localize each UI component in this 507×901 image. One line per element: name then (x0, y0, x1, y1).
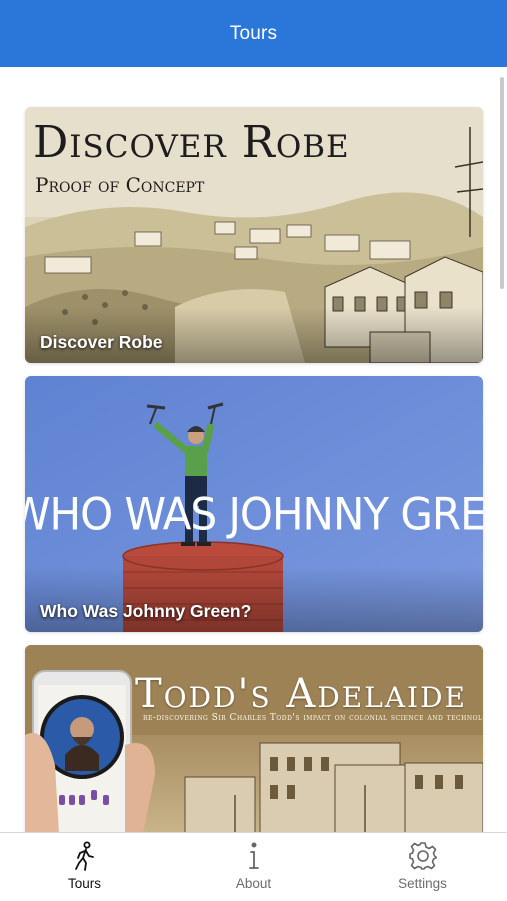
tour-card-johnny-green[interactable]: WHO WAS JOHNNY GREEN? Who Was Johnny Gre… (25, 376, 483, 632)
card-art-title: Discover Robe (33, 117, 350, 168)
card-art-title: WHO WAS JOHNNY GREEN? (25, 488, 483, 541)
gear-icon (408, 840, 438, 872)
tab-label: Tours (67, 876, 101, 891)
page-title: Tours (229, 22, 278, 44)
bottom-tab-bar: Tours About Settings (0, 832, 507, 901)
card-art-subtitle: Proof of Concept (35, 173, 205, 197)
tab-about[interactable]: About (169, 833, 338, 901)
walking-person-icon (72, 840, 98, 872)
nav-header: Tours (0, 0, 507, 67)
tab-label: Settings (398, 876, 447, 891)
card-art-title: Todd's Adelaide (135, 671, 467, 717)
tab-label: About (235, 876, 272, 891)
tab-tours[interactable]: Tours (0, 833, 169, 901)
tour-card-todds-adelaide[interactable]: Todd's Adelaide re-discovering Sir Charl… (25, 645, 483, 832)
card-art-subtitle: re-discovering Sir Charles Todd's impact… (143, 713, 483, 723)
info-icon (244, 840, 264, 872)
tab-settings[interactable]: Settings (338, 833, 507, 901)
tour-card-label: Discover Robe (40, 332, 163, 352)
tour-list[interactable]: Discover Robe Proof of Concept Discover … (0, 67, 507, 832)
tour-card-discover-robe[interactable]: Discover Robe Proof of Concept Discover … (25, 107, 483, 363)
scrollbar[interactable] (500, 77, 504, 289)
tour-card-label: Who Was Johnny Green? (40, 601, 252, 621)
